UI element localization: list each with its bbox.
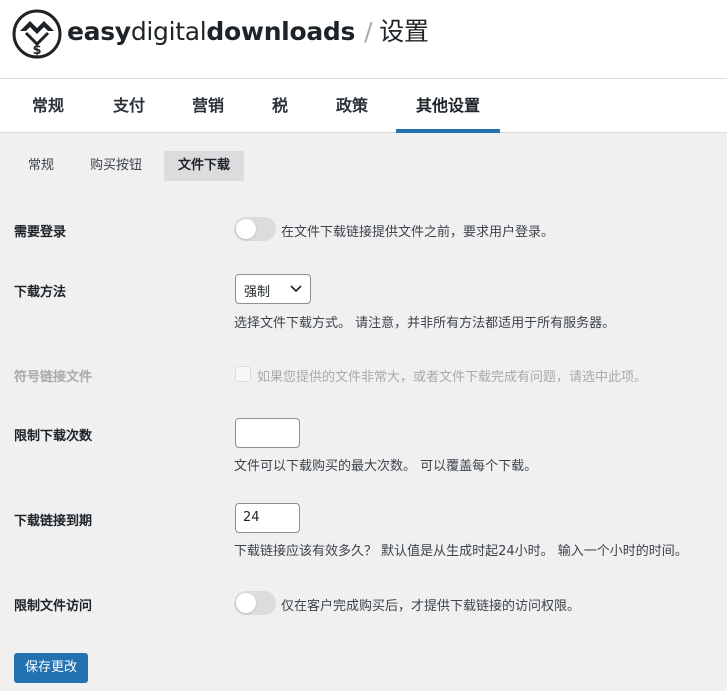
chevron-down-icon: [290, 285, 302, 293]
require-login-toggle[interactable]: [234, 217, 276, 241]
subtab-purchase-buttons[interactable]: 购买按钮: [76, 151, 156, 181]
subtabs: 常规 购买按钮 文件下载: [0, 133, 727, 193]
require-login-description: 在文件下载链接提供文件之前，要求用户登录。: [281, 225, 555, 240]
symlink-checkbox[interactable]: [235, 366, 251, 382]
svg-text:$: $: [32, 43, 41, 58]
settings-tabs: 常规 支付 营销 税 政策 其他设置: [0, 79, 727, 133]
tab-marketing[interactable]: 营销: [190, 79, 226, 133]
brand-easy: easy: [67, 17, 131, 46]
brand-digital: digital: [130, 17, 207, 46]
link-expiration-description: 下载链接应该有效多久？ 默认值是从生成时起24小时。 输入一个小时的时间。: [234, 544, 688, 559]
restrict-access-label: 限制文件访问: [14, 599, 93, 614]
header: $ easydigitaldownloads / 设置: [0, 0, 727, 79]
edd-logo-icon: $: [12, 9, 62, 59]
link-expiration-input[interactable]: 24: [235, 503, 300, 533]
tab-general[interactable]: 常规: [30, 79, 66, 133]
tab-taxes[interactable]: 税: [270, 79, 290, 133]
tab-payments[interactable]: 支付: [111, 79, 147, 133]
brand-downloads: downloads: [206, 17, 356, 46]
toggle-knob: [236, 593, 256, 613]
download-method-description: 选择文件下载方式。 请注意，并非所有方法都适用于所有服务器。: [234, 316, 616, 331]
link-expiration-label: 下载链接到期: [14, 514, 93, 529]
page-title: 设置: [379, 17, 429, 46]
restrict-access-toggle[interactable]: [234, 591, 276, 615]
subtab-general[interactable]: 常规: [14, 151, 68, 181]
download-method-label: 下载方法: [14, 285, 67, 300]
subtab-file-downloads[interactable]: 文件下载: [164, 151, 245, 181]
tab-misc[interactable]: 其他设置: [396, 79, 500, 133]
download-limit-input[interactable]: [235, 418, 300, 448]
restrict-access-description: 仅在客户完成购买后，才提供下载链接的访问权限。: [281, 599, 581, 614]
symlink-label: 符号链接文件: [14, 370, 93, 385]
title-separator: /: [364, 17, 373, 46]
tab-policies[interactable]: 政策: [334, 79, 370, 133]
download-limit-label: 限制下载次数: [14, 429, 93, 444]
download-method-select[interactable]: 强制: [235, 274, 311, 304]
toggle-knob: [236, 219, 256, 239]
download-method-value: 强制: [244, 285, 271, 300]
download-limit-description: 文件可以下载购买的最大次数。 可以覆盖每个下载。: [234, 459, 538, 474]
symlink-description: 如果您提供的文件非常大，或者文件下载完成有问题，请选中此项。: [257, 370, 648, 385]
brand-title: easydigitaldownloads / 设置: [67, 16, 429, 48]
require-login-label: 需要登录: [14, 225, 67, 240]
save-button[interactable]: 保存更改: [14, 653, 88, 683]
